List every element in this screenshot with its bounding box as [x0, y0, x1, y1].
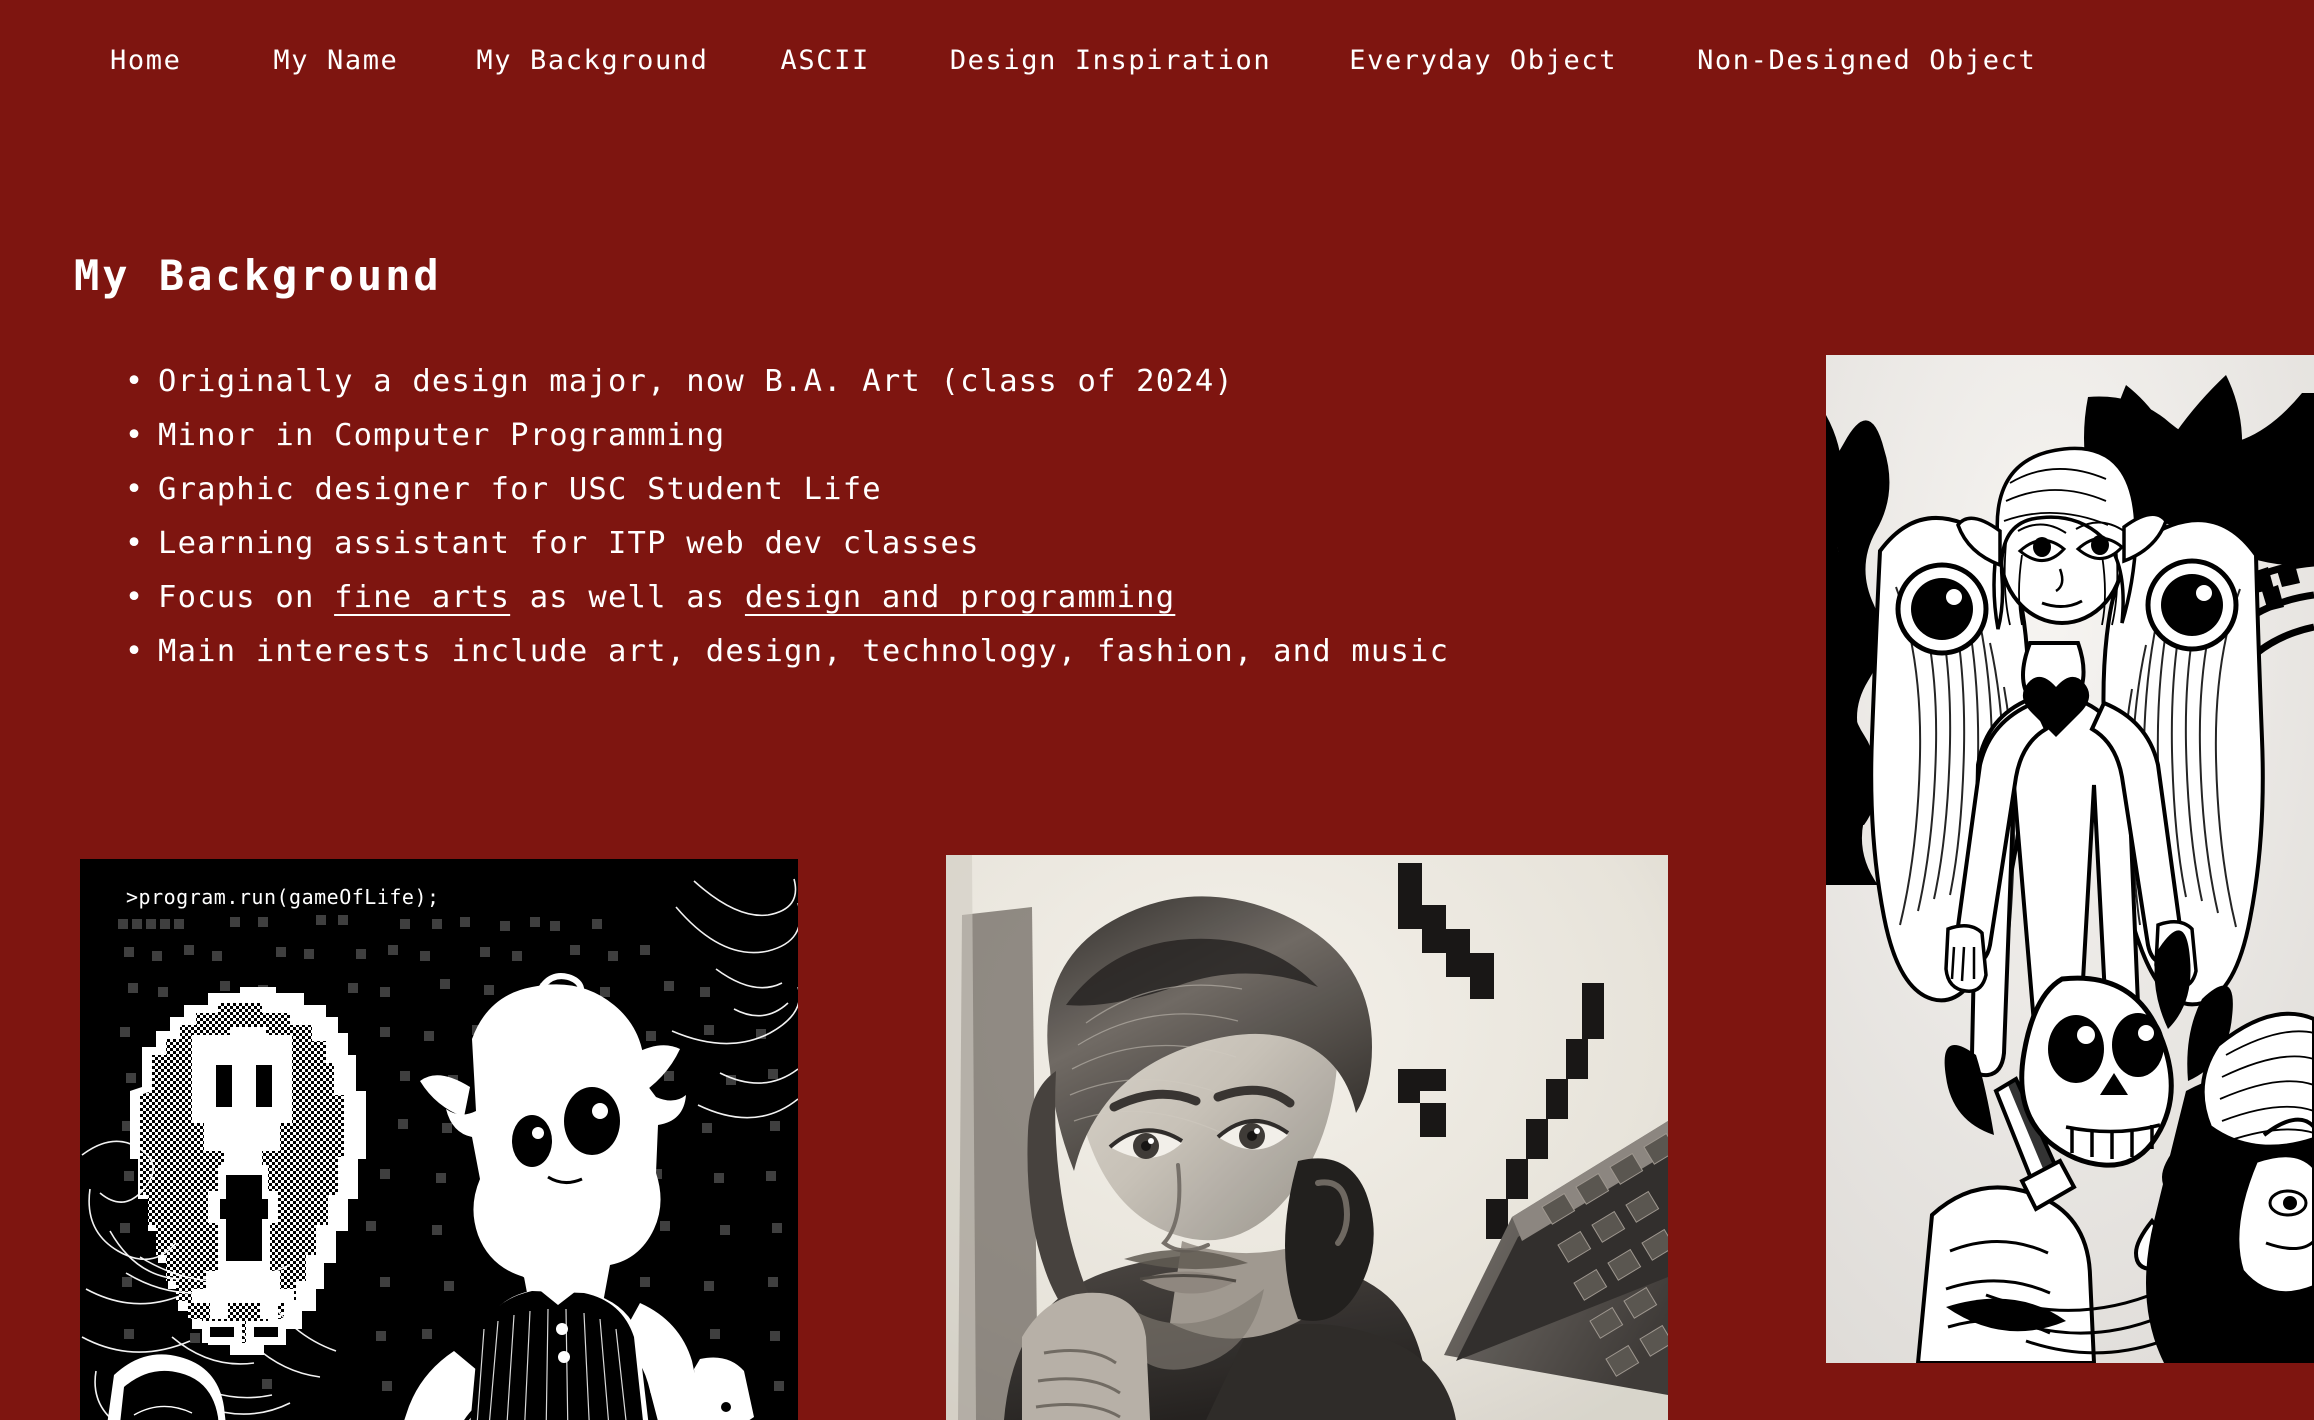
nav-link-my-name[interactable]: My Name: [273, 41, 398, 80]
bullet-major: Originally a design major, now B.A. Art …: [125, 355, 1750, 409]
game-of-life-illustration: >program.run(gameOfLife);: [80, 859, 798, 1420]
bullet-focus-link-3[interactable]: design and programming: [745, 580, 1175, 615]
bullet-focus-text-0: Focus on: [158, 580, 335, 615]
bullet-graphic-designer: Graphic designer for USC Student Life: [125, 463, 1750, 517]
nav-link-non-designed-object[interactable]: Non-Designed Object: [1697, 41, 2036, 80]
nav-link-ascii[interactable]: ASCII: [781, 41, 870, 80]
bullet-minor-text-0: Minor in Computer Programming: [158, 418, 726, 453]
bullet-focus-text-2: as well as: [510, 580, 745, 615]
bullet-interests-text-0: Main interests include art, design, tech…: [158, 634, 1450, 669]
nav-link-everyday-object[interactable]: Everyday Object: [1349, 41, 1617, 80]
bullet-learning-assistant: Learning assistant for ITP web dev class…: [125, 517, 1750, 571]
bullet-focus-link-1[interactable]: fine arts: [334, 580, 510, 615]
ink-angel-illustration: [1826, 355, 2314, 1363]
bullet-learning-assistant-text-0: Learning assistant for ITP web dev class…: [158, 526, 980, 561]
code-caption: >program.run(gameOfLife);: [126, 885, 440, 909]
graphite-self-portrait: [946, 855, 1668, 1420]
bullet-focus: Focus on fine arts as well as design and…: [125, 571, 1750, 625]
page-title: My Background: [74, 251, 442, 300]
bullet-minor: Minor in Computer Programming: [125, 409, 1750, 463]
bullet-graphic-designer-text-0: Graphic designer for USC Student Life: [158, 472, 882, 507]
nav-link-design-inspiration[interactable]: Design Inspiration: [950, 41, 1271, 80]
nav-link-home[interactable]: Home: [110, 41, 181, 80]
bullet-interests: Main interests include art, design, tech…: [125, 625, 1750, 679]
main-navigation: Home My Name My Background ASCII Design …: [0, 0, 2314, 120]
background-bullet-list: Originally a design major, now B.A. Art …: [110, 355, 1750, 679]
bullet-major-text-0: Originally a design major, now B.A. Art …: [158, 364, 1234, 399]
nav-link-my-background[interactable]: My Background: [476, 41, 708, 80]
